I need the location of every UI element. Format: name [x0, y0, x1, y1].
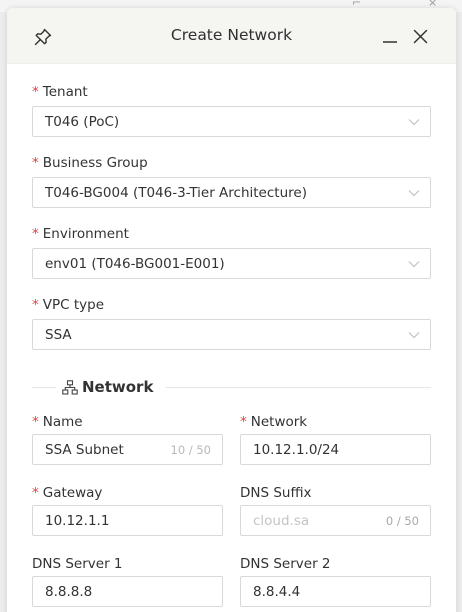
- required-asterisk: *: [32, 226, 39, 242]
- name-label: * Name: [32, 414, 223, 430]
- dns-server-2-label: DNS Server 2: [240, 556, 331, 572]
- required-asterisk: *: [32, 84, 39, 100]
- vpc-type-label: * VPC type: [32, 297, 431, 313]
- tenant-field: * Tenant T046 (PoC): [32, 84, 431, 144]
- vpc-type-select-value: SSA: [45, 327, 72, 343]
- business-group-select-value: T046-BG004 (T046-3-Tier Architecture): [45, 185, 307, 201]
- environment-label-text: Environment: [42, 226, 129, 242]
- business-group-field: * Business Group T046-BG004 (T046-3-Tier …: [32, 155, 431, 215]
- gateway-label: * Gateway: [32, 485, 223, 501]
- required-asterisk: *: [32, 485, 39, 501]
- environment-label: * Environment: [32, 226, 431, 242]
- required-asterisk: *: [240, 414, 247, 430]
- dialog-header: Create Network: [7, 8, 456, 64]
- network-field: * Network 10.12.1.0/24: [240, 414, 431, 474]
- business-group-select[interactable]: T046-BG004 (T046-3-Tier Architecture): [32, 177, 431, 208]
- environment-select[interactable]: env01 (T046-BG001-E001): [32, 248, 431, 279]
- business-group-label-text: Business Group: [42, 155, 148, 171]
- environment-field: * Environment env01 (T046-BG001-E001): [32, 226, 431, 286]
- vpc-type-select[interactable]: SSA: [32, 319, 431, 350]
- gateway-label-text: Gateway: [42, 485, 103, 501]
- minimize-icon[interactable]: [382, 28, 398, 44]
- dns-suffix-field: DNS Suffix cloud.sa 0 / 50: [240, 485, 431, 545]
- network-label-text: Network: [250, 414, 308, 430]
- name-input-value: SSA Subnet: [45, 442, 124, 458]
- dns-suffix-label: DNS Suffix: [240, 485, 312, 501]
- network-input-value: 10.12.1.0/24: [253, 442, 340, 458]
- dns-server-1-label: DNS Server 1: [32, 556, 123, 572]
- tenant-label-text: Tenant: [42, 84, 88, 100]
- name-field: * Name SSA Subnet 10 / 50: [32, 414, 223, 474]
- tenant-select-value: T046 (PoC): [45, 114, 120, 130]
- close-icon[interactable]: [413, 29, 428, 44]
- dns-suffix-input[interactable]: cloud.sa 0 / 50: [240, 505, 431, 536]
- required-asterisk: *: [32, 414, 39, 430]
- required-asterisk: *: [32, 297, 39, 313]
- vpc-type-label-text: VPC type: [42, 297, 105, 313]
- dns-server-2-input-value: 8.8.4.4: [253, 584, 301, 600]
- network-section-title: Network: [82, 378, 154, 396]
- chevron-down-icon: [408, 332, 420, 339]
- environment-select-value: env01 (T046-BG001-E001): [45, 256, 225, 272]
- chevron-down-icon: [408, 190, 420, 197]
- name-label-text: Name: [42, 414, 83, 430]
- divider-line-left: [32, 387, 56, 388]
- create-network-dialog: Create Network * Tenant T046 (PoC) * Busin…: [7, 8, 456, 612]
- required-asterisk: *: [32, 155, 39, 171]
- vpc-type-field: * VPC type SSA: [32, 297, 431, 357]
- network-input[interactable]: 10.12.1.0/24: [240, 434, 431, 465]
- network-label: * Network: [240, 414, 431, 430]
- network-topology-icon: [62, 380, 78, 395]
- chevron-down-icon: [408, 119, 420, 126]
- divider-line-right: [166, 387, 431, 388]
- gateway-input-value: 10.12.1.1: [45, 513, 110, 529]
- network-section-divider: Network: [32, 375, 431, 399]
- dns-server-2-field: DNS Server 2 8.8.4.4: [240, 556, 431, 612]
- dns-server-1-field: DNS Server 1 8.8.8.8: [32, 556, 223, 612]
- gateway-input[interactable]: 10.12.1.1: [32, 505, 223, 536]
- dns-suffix-char-counter: 0 / 50: [385, 514, 419, 528]
- tenant-label: * Tenant: [32, 84, 431, 100]
- dns-suffix-placeholder: cloud.sa: [253, 513, 310, 529]
- tenant-select[interactable]: T046 (PoC): [32, 106, 431, 137]
- dns-server-1-input[interactable]: 8.8.8.8: [32, 576, 223, 607]
- chevron-down-icon: [408, 261, 420, 268]
- business-group-label: * Business Group: [32, 155, 431, 171]
- dns-server-1-input-value: 8.8.8.8: [45, 584, 93, 600]
- name-input[interactable]: SSA Subnet 10 / 50: [32, 434, 223, 465]
- dns-server-2-input[interactable]: 8.8.4.4: [240, 576, 431, 607]
- name-char-counter: 10 / 50: [170, 443, 211, 457]
- gateway-field: * Gateway 10.12.1.1: [32, 485, 223, 545]
